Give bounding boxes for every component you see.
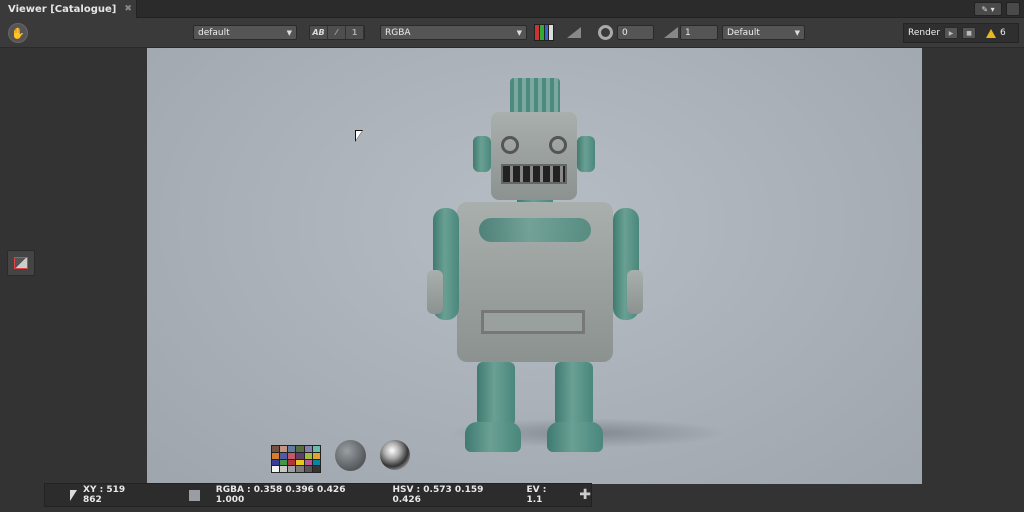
xy-readout: XY : 519 862 bbox=[83, 485, 126, 505]
mouse-pointer-icon bbox=[355, 130, 363, 142]
checker-patch bbox=[272, 452, 280, 459]
add-icon[interactable]: ✚ bbox=[579, 487, 591, 503]
checker-patch bbox=[312, 452, 320, 459]
checker-patch bbox=[312, 459, 320, 466]
color-checker-chart bbox=[271, 445, 321, 473]
checker-patch bbox=[280, 466, 288, 472]
display-select-value: default bbox=[198, 27, 230, 38]
checker-patch bbox=[312, 466, 320, 472]
blue-channel-bar bbox=[544, 25, 549, 40]
viewer-tab-bar: Viewer [Catalogue] ✖ ✎ ▾ bbox=[0, 0, 1024, 18]
close-icon[interactable]: ✖ bbox=[124, 4, 132, 14]
ab-compare-button[interactable]: AB bbox=[310, 26, 328, 39]
pixel-info-bar: XY : 519 862 RGBA : 0.358 0.396 0.426 1.… bbox=[44, 483, 592, 507]
viewer-toolbar: ✋ default ▼ AB ⁄ 1 RGBA ▼ 0 1 Default ▼ bbox=[0, 18, 1024, 48]
hsv-readout: HSV : 0.573 0.159 0.426 bbox=[392, 485, 484, 505]
checker-patch bbox=[272, 446, 280, 452]
exposure-field[interactable]: 0 bbox=[617, 25, 654, 40]
gray-reference-ball bbox=[335, 440, 366, 471]
exposure-ramp-icon bbox=[567, 27, 581, 38]
warning-count: 6 bbox=[1000, 28, 1006, 38]
robot-foot-left bbox=[465, 422, 521, 452]
checker-patch bbox=[288, 446, 296, 452]
green-channel-bar bbox=[539, 25, 544, 40]
lut-select[interactable]: Default ▼ bbox=[722, 25, 805, 40]
checker-patch bbox=[304, 459, 312, 466]
layout-grid-button[interactable] bbox=[1006, 2, 1020, 16]
chrome-reference-ball bbox=[380, 440, 410, 470]
robot-head bbox=[491, 112, 577, 200]
rgba-readout: RGBA : 0.358 0.396 0.426 1.000 bbox=[215, 485, 346, 505]
checker-patch bbox=[272, 459, 280, 466]
checker-patch bbox=[304, 446, 312, 452]
display-select[interactable]: default ▼ bbox=[193, 25, 297, 40]
aperture-icon[interactable] bbox=[598, 25, 613, 40]
checker-patch bbox=[288, 459, 296, 466]
checker-patch bbox=[296, 446, 304, 452]
checker-patch bbox=[296, 459, 304, 466]
checker-patch bbox=[304, 466, 312, 472]
render-viewport[interactable] bbox=[147, 48, 922, 484]
ev-readout: EV : 1.1 bbox=[526, 485, 547, 505]
buffer-one-button[interactable]: 1 bbox=[346, 26, 364, 39]
robot-ear-left bbox=[473, 136, 491, 172]
chevron-down-icon: ▼ bbox=[794, 28, 800, 37]
render-label: Render bbox=[908, 28, 941, 38]
compare-buttons: AB ⁄ 1 bbox=[309, 25, 365, 40]
render-stop-button[interactable]: ■ bbox=[962, 27, 977, 39]
render-controls: Render ▶ ■ 6 bbox=[903, 23, 1019, 43]
tab-tools: ✎ ▾ bbox=[974, 2, 1020, 16]
robot-chest-panel bbox=[479, 218, 591, 242]
tab-title: Viewer [Catalogue] bbox=[8, 3, 117, 15]
robot-hand-left bbox=[427, 270, 443, 314]
warning-icon[interactable] bbox=[986, 28, 997, 38]
gamma-ramp-icon bbox=[664, 27, 678, 38]
wipe-split-icon bbox=[14, 257, 28, 269]
checker-patch bbox=[296, 466, 304, 472]
robot bbox=[427, 78, 647, 458]
pin-icon: ✎ ▾ bbox=[981, 4, 995, 14]
robot-foot-right bbox=[547, 422, 603, 452]
chevron-down-icon: ▼ bbox=[516, 28, 522, 37]
pixel-color-swatch bbox=[188, 489, 200, 501]
robot-ear-right bbox=[577, 136, 595, 172]
checker-patch bbox=[288, 466, 296, 472]
checker-patch bbox=[280, 452, 288, 459]
robot-leg-left bbox=[477, 362, 515, 426]
pin-menu-button[interactable]: ✎ ▾ bbox=[974, 2, 1002, 16]
gamma-field[interactable]: 1 bbox=[680, 25, 718, 40]
stop-icon: ■ bbox=[966, 29, 972, 37]
chevron-down-icon: ▼ bbox=[286, 28, 292, 37]
pointer-icon bbox=[70, 489, 77, 501]
channel-select-value: RGBA bbox=[385, 27, 411, 38]
checker-patch bbox=[280, 446, 288, 452]
alpha-channel-bar bbox=[549, 25, 553, 40]
checker-patch bbox=[288, 452, 296, 459]
channel-select[interactable]: RGBA ▼ bbox=[380, 25, 527, 40]
robot-eye-left bbox=[501, 136, 519, 154]
checker-patch bbox=[304, 452, 312, 459]
robot-leg-right bbox=[555, 362, 593, 426]
wipe-button[interactable]: ⁄ bbox=[328, 26, 346, 39]
compare-wipe-side-button[interactable] bbox=[7, 250, 35, 276]
robot-eye-right bbox=[549, 136, 567, 154]
tab-viewer-catalogue[interactable]: Viewer [Catalogue] ✖ bbox=[0, 0, 137, 18]
rgb-channels-icon[interactable] bbox=[534, 24, 554, 41]
robot-belly-plate bbox=[481, 310, 585, 334]
play-icon: ▶ bbox=[948, 29, 954, 37]
checker-patch bbox=[272, 466, 280, 472]
robot-antenna bbox=[510, 78, 560, 112]
checker-patch bbox=[312, 446, 320, 452]
lut-select-value: Default bbox=[727, 27, 760, 38]
red-channel-bar bbox=[535, 25, 539, 40]
checker-patch bbox=[280, 459, 288, 466]
checker-patch bbox=[296, 452, 304, 459]
robot-mouth bbox=[501, 164, 567, 184]
render-play-button[interactable]: ▶ bbox=[944, 27, 959, 39]
hand-pan-icon[interactable]: ✋ bbox=[8, 23, 28, 43]
robot-hand-right bbox=[627, 270, 643, 314]
